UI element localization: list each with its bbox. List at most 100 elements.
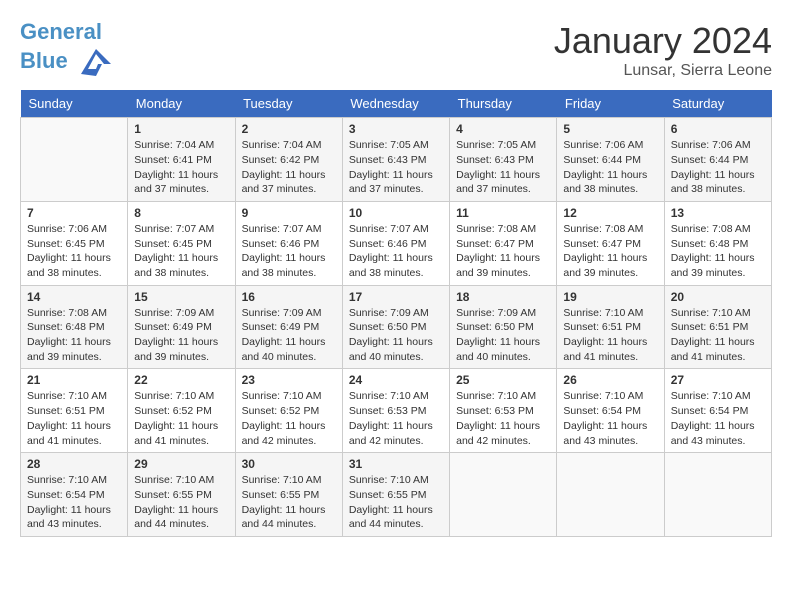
calendar-cell: 15 Sunrise: 7:09 AMSunset: 6:49 PMDayligh… xyxy=(128,285,235,369)
day-detail: Sunrise: 7:10 AMSunset: 6:55 PMDaylight:… xyxy=(242,473,336,532)
day-number: 13 xyxy=(671,206,765,220)
calendar-week-1: 1 Sunrise: 7:04 AMSunset: 6:41 PMDaylight… xyxy=(21,118,772,202)
weekday-header-friday: Friday xyxy=(557,90,664,118)
day-number: 14 xyxy=(27,290,121,304)
calendar-cell: 19 Sunrise: 7:10 AMSunset: 6:51 PMDayligh… xyxy=(557,285,664,369)
day-detail: Sunrise: 7:09 AMSunset: 6:49 PMDaylight:… xyxy=(242,306,336,365)
month-title: January 2024 xyxy=(554,20,772,62)
weekday-header-thursday: Thursday xyxy=(450,90,557,118)
calendar-cell xyxy=(664,453,771,537)
day-detail: Sunrise: 7:10 AMSunset: 6:51 PMDaylight:… xyxy=(563,306,657,365)
day-number: 9 xyxy=(242,206,336,220)
logo: General Blue xyxy=(20,20,116,80)
calendar-cell: 20 Sunrise: 7:10 AMSunset: 6:51 PMDayligh… xyxy=(664,285,771,369)
day-detail: Sunrise: 7:10 AMSunset: 6:55 PMDaylight:… xyxy=(134,473,228,532)
day-detail: Sunrise: 7:10 AMSunset: 6:52 PMDaylight:… xyxy=(242,389,336,448)
calendar-week-4: 21 Sunrise: 7:10 AMSunset: 6:51 PMDayligh… xyxy=(21,369,772,453)
day-detail: Sunrise: 7:09 AMSunset: 6:49 PMDaylight:… xyxy=(134,306,228,365)
day-number: 24 xyxy=(349,373,443,387)
day-detail: Sunrise: 7:04 AMSunset: 6:42 PMDaylight:… xyxy=(242,138,336,197)
calendar-week-3: 14 Sunrise: 7:08 AMSunset: 6:48 PMDayligh… xyxy=(21,285,772,369)
day-detail: Sunrise: 7:10 AMSunset: 6:51 PMDaylight:… xyxy=(27,389,121,448)
logo-icon xyxy=(76,44,116,80)
day-number: 10 xyxy=(349,206,443,220)
calendar-cell: 11 Sunrise: 7:08 AMSunset: 6:47 PMDayligh… xyxy=(450,201,557,285)
day-number: 16 xyxy=(242,290,336,304)
calendar-cell: 26Sunrise: 7:10 AMSunset: 6:54 PMDayligh… xyxy=(557,369,664,453)
calendar-cell: 14 Sunrise: 7:08 AMSunset: 6:48 PMDayligh… xyxy=(21,285,128,369)
calendar-cell: 4Sunrise: 7:05 AMSunset: 6:43 PMDaylight… xyxy=(450,118,557,202)
calendar-cell: 21 Sunrise: 7:10 AMSunset: 6:51 PMDayligh… xyxy=(21,369,128,453)
calendar-table: SundayMondayTuesdayWednesdayThursdayFrid… xyxy=(20,90,772,537)
day-number: 30 xyxy=(242,457,336,471)
day-detail: Sunrise: 7:10 AMSunset: 6:51 PMDaylight:… xyxy=(671,306,765,365)
day-number: 25 xyxy=(456,373,550,387)
day-detail: Sunrise: 7:05 AMSunset: 6:43 PMDaylight:… xyxy=(349,138,443,197)
day-detail: Sunrise: 7:09 AMSunset: 6:50 PMDaylight:… xyxy=(349,306,443,365)
day-number: 22 xyxy=(134,373,228,387)
weekday-header-saturday: Saturday xyxy=(664,90,771,118)
calendar-cell: 18 Sunrise: 7:09 AMSunset: 6:50 PMDayligh… xyxy=(450,285,557,369)
calendar-cell xyxy=(557,453,664,537)
day-number: 8 xyxy=(134,206,228,220)
location: Lunsar, Sierra Leone xyxy=(554,62,772,80)
logo-blue: Blue xyxy=(20,48,68,73)
title-block: January 2024 Lunsar, Sierra Leone xyxy=(554,20,772,80)
weekday-header-tuesday: Tuesday xyxy=(235,90,342,118)
day-detail: Sunrise: 7:08 AMSunset: 6:47 PMDaylight:… xyxy=(456,222,550,281)
day-detail: Sunrise: 7:09 AMSunset: 6:50 PMDaylight:… xyxy=(456,306,550,365)
calendar-week-2: 7Sunrise: 7:06 AMSunset: 6:45 PMDaylight… xyxy=(21,201,772,285)
day-number: 15 xyxy=(134,290,228,304)
logo-general: General xyxy=(20,19,102,44)
day-detail: Sunrise: 7:08 AMSunset: 6:48 PMDaylight:… xyxy=(671,222,765,281)
weekday-header-sunday: Sunday xyxy=(21,90,128,118)
page-header: General Blue January 2024 Lunsar, Sierra… xyxy=(20,20,772,80)
day-number: 1 xyxy=(134,122,228,136)
day-detail: Sunrise: 7:06 AMSunset: 6:44 PMDaylight:… xyxy=(671,138,765,197)
day-number: 18 xyxy=(456,290,550,304)
calendar-cell: 22 Sunrise: 7:10 AMSunset: 6:52 PMDayligh… xyxy=(128,369,235,453)
calendar-cell: 9 Sunrise: 7:07 AMSunset: 6:46 PMDaylight… xyxy=(235,201,342,285)
day-number: 20 xyxy=(671,290,765,304)
day-detail: Sunrise: 7:06 AMSunset: 6:44 PMDaylight:… xyxy=(563,138,657,197)
calendar-cell: 17 Sunrise: 7:09 AMSunset: 6:50 PMDayligh… xyxy=(342,285,449,369)
day-detail: Sunrise: 7:10 AMSunset: 6:54 PMDaylight:… xyxy=(671,389,765,448)
day-detail: Sunrise: 7:10 AMSunset: 6:54 PMDaylight:… xyxy=(27,473,121,532)
calendar-week-5: 28 Sunrise: 7:10 AMSunset: 6:54 PMDayligh… xyxy=(21,453,772,537)
calendar-cell: 1 Sunrise: 7:04 AMSunset: 6:41 PMDaylight… xyxy=(128,118,235,202)
day-number: 31 xyxy=(349,457,443,471)
day-detail: Sunrise: 7:07 AMSunset: 6:46 PMDaylight:… xyxy=(242,222,336,281)
day-number: 12 xyxy=(563,206,657,220)
calendar-cell: 23Sunrise: 7:10 AMSunset: 6:52 PMDayligh… xyxy=(235,369,342,453)
day-number: 27 xyxy=(671,373,765,387)
day-number: 19 xyxy=(563,290,657,304)
day-detail: Sunrise: 7:10 AMSunset: 6:55 PMDaylight:… xyxy=(349,473,443,532)
day-detail: Sunrise: 7:10 AMSunset: 6:52 PMDaylight:… xyxy=(134,389,228,448)
calendar-cell: 2 Sunrise: 7:04 AMSunset: 6:42 PMDaylight… xyxy=(235,118,342,202)
day-number: 21 xyxy=(27,373,121,387)
day-number: 2 xyxy=(242,122,336,136)
day-number: 17 xyxy=(349,290,443,304)
day-number: 5 xyxy=(563,122,657,136)
day-number: 26 xyxy=(563,373,657,387)
calendar-cell: 3Sunrise: 7:05 AMSunset: 6:43 PMDaylight… xyxy=(342,118,449,202)
calendar-cell xyxy=(21,118,128,202)
day-detail: Sunrise: 7:08 AMSunset: 6:48 PMDaylight:… xyxy=(27,306,121,365)
day-number: 4 xyxy=(456,122,550,136)
calendar-cell: 28 Sunrise: 7:10 AMSunset: 6:54 PMDayligh… xyxy=(21,453,128,537)
day-detail: Sunrise: 7:07 AMSunset: 6:46 PMDaylight:… xyxy=(349,222,443,281)
calendar-cell xyxy=(450,453,557,537)
day-number: 11 xyxy=(456,206,550,220)
day-detail: Sunrise: 7:10 AMSunset: 6:53 PMDaylight:… xyxy=(456,389,550,448)
day-detail: Sunrise: 7:04 AMSunset: 6:41 PMDaylight:… xyxy=(134,138,228,197)
day-number: 28 xyxy=(27,457,121,471)
calendar-cell: 30 Sunrise: 7:10 AMSunset: 6:55 PMDayligh… xyxy=(235,453,342,537)
calendar-cell: 6 Sunrise: 7:06 AMSunset: 6:44 PMDaylight… xyxy=(664,118,771,202)
day-detail: Sunrise: 7:06 AMSunset: 6:45 PMDaylight:… xyxy=(27,222,121,281)
calendar-cell: 25 Sunrise: 7:10 AMSunset: 6:53 PMDayligh… xyxy=(450,369,557,453)
calendar-cell: 12Sunrise: 7:08 AMSunset: 6:47 PMDayligh… xyxy=(557,201,664,285)
weekday-header-wednesday: Wednesday xyxy=(342,90,449,118)
calendar-cell: 5 Sunrise: 7:06 AMSunset: 6:44 PMDaylight… xyxy=(557,118,664,202)
calendar-cell: 8Sunrise: 7:07 AMSunset: 6:45 PMDaylight… xyxy=(128,201,235,285)
day-number: 6 xyxy=(671,122,765,136)
